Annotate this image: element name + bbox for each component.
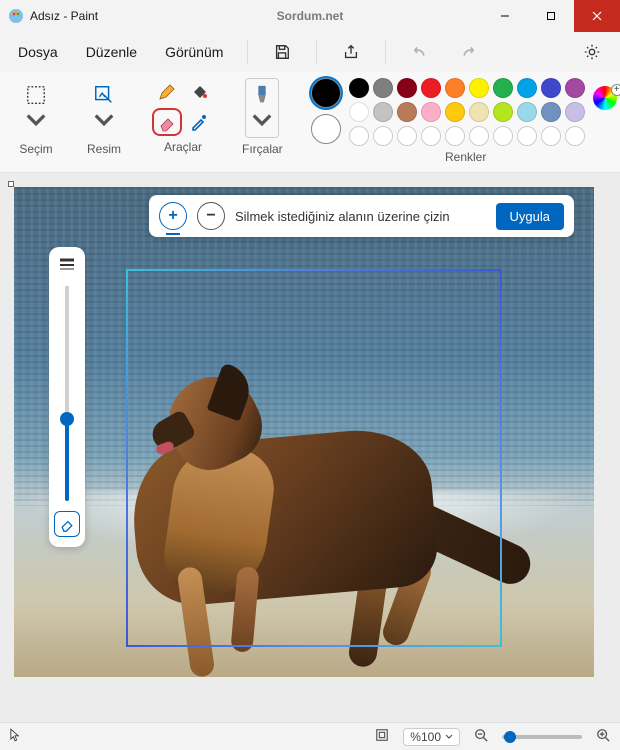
chevron-down-icon bbox=[25, 110, 47, 132]
palette-swatch[interactable] bbox=[469, 78, 489, 98]
canvas[interactable]: + − Silmek istediğiniz alanın üzerine çi… bbox=[14, 187, 594, 677]
palette-swatch-empty[interactable] bbox=[445, 126, 465, 146]
palette-swatch[interactable] bbox=[445, 78, 465, 98]
pencil-tool[interactable] bbox=[152, 78, 182, 106]
zoom-out-button[interactable] bbox=[474, 728, 488, 745]
menu-bar: Dosya Düzenle Görünüm bbox=[0, 32, 620, 72]
ribbon-group-brushes: Fırçalar bbox=[236, 78, 289, 164]
status-bar: %100 bbox=[0, 722, 620, 750]
fill-tool[interactable] bbox=[184, 78, 214, 106]
select-tool-button[interactable] bbox=[16, 78, 56, 138]
zoom-level-dropdown[interactable]: %100 bbox=[403, 728, 460, 746]
color-2[interactable] bbox=[311, 114, 341, 144]
eraser-tool[interactable] bbox=[152, 108, 182, 136]
window-title: Adsız - Paint bbox=[30, 9, 98, 23]
redo-button[interactable] bbox=[452, 36, 484, 68]
app-icon bbox=[8, 8, 24, 24]
menu-edit[interactable]: Düzenle bbox=[80, 40, 143, 64]
palette-swatch[interactable] bbox=[469, 102, 489, 122]
color-picker-tool[interactable] bbox=[184, 108, 214, 136]
fit-to-window-button[interactable] bbox=[375, 728, 389, 745]
palette-swatch[interactable] bbox=[397, 78, 417, 98]
palette-swatch[interactable] bbox=[517, 102, 537, 122]
palette-swatch-empty[interactable] bbox=[397, 126, 417, 146]
ribbon-group-tools: Araçlar bbox=[146, 78, 220, 164]
palette-swatch[interactable] bbox=[349, 102, 369, 122]
generative-erase-bar: + − Silmek istediğiniz alanın üzerine çi… bbox=[149, 195, 574, 237]
close-button[interactable] bbox=[574, 0, 620, 32]
palette-swatch[interactable] bbox=[349, 78, 369, 98]
brush-size-panel bbox=[49, 247, 85, 547]
palette-swatch-empty[interactable] bbox=[421, 126, 441, 146]
palette-swatch[interactable] bbox=[541, 78, 561, 98]
zoom-value: %100 bbox=[410, 730, 441, 744]
menu-file[interactable]: Dosya bbox=[12, 40, 64, 64]
separator bbox=[316, 40, 317, 64]
separator bbox=[247, 40, 248, 64]
remove-area-button[interactable]: − bbox=[197, 202, 225, 230]
palette-swatch[interactable] bbox=[397, 102, 417, 122]
palette-swatch[interactable] bbox=[421, 78, 441, 98]
menu-view[interactable]: Görünüm bbox=[159, 40, 229, 64]
slider-thumb[interactable] bbox=[504, 731, 516, 743]
palette-row-custom bbox=[349, 126, 585, 146]
palette-swatch-empty[interactable] bbox=[373, 126, 393, 146]
palette-swatch-empty[interactable] bbox=[517, 126, 537, 146]
palette-swatch[interactable] bbox=[373, 102, 393, 122]
settings-button[interactable] bbox=[576, 36, 608, 68]
ribbon-label-image: Resim bbox=[87, 142, 121, 156]
ribbon-group-select: Seçim bbox=[10, 78, 62, 164]
palette-row-1 bbox=[349, 78, 585, 98]
brush-tool-button[interactable] bbox=[245, 78, 279, 138]
palette-swatch-empty[interactable] bbox=[349, 126, 369, 146]
erase-hint-text: Silmek istediğiniz alanın üzerine çizin bbox=[235, 209, 486, 224]
apply-button[interactable]: Uygula bbox=[496, 203, 564, 230]
separator bbox=[385, 40, 386, 64]
share-button[interactable] bbox=[335, 36, 367, 68]
palette-swatch[interactable] bbox=[565, 78, 585, 98]
cursor-tool-icon bbox=[10, 728, 20, 745]
palette-swatch[interactable] bbox=[493, 78, 513, 98]
ribbon: Seçim Resim Araçlar Fırçalar bbox=[0, 72, 620, 173]
maximize-button[interactable] bbox=[528, 0, 574, 32]
palette-swatch[interactable] bbox=[565, 102, 585, 122]
eraser-mode-icon[interactable] bbox=[54, 511, 80, 537]
palette-swatch[interactable] bbox=[445, 102, 465, 122]
palette-swatch[interactable] bbox=[421, 102, 441, 122]
ribbon-group-colors: + Renkler bbox=[305, 78, 620, 164]
undo-button[interactable] bbox=[404, 36, 436, 68]
chevron-down-icon bbox=[251, 110, 273, 132]
palette-row-2 bbox=[349, 102, 585, 122]
title-bar: Adsız - Paint Sordum.net bbox=[0, 0, 620, 32]
palette-swatch-empty[interactable] bbox=[565, 126, 585, 146]
canvas-area: + − Silmek istediğiniz alanın üzerine çi… bbox=[0, 173, 620, 722]
image-tool-button[interactable] bbox=[84, 78, 124, 138]
brush-thick-icon bbox=[58, 257, 76, 276]
ribbon-label-colors: Renkler bbox=[445, 150, 486, 164]
palette-swatch-empty[interactable] bbox=[541, 126, 561, 146]
color-1[interactable] bbox=[311, 78, 341, 108]
zoom-in-button[interactable] bbox=[596, 728, 610, 745]
palette-swatch[interactable] bbox=[517, 78, 537, 98]
chevron-down-icon bbox=[445, 733, 453, 741]
ribbon-label-brushes: Fırçalar bbox=[242, 142, 283, 156]
save-button[interactable] bbox=[266, 36, 298, 68]
palette-swatch-empty[interactable] bbox=[493, 126, 513, 146]
palette-swatch[interactable] bbox=[373, 78, 393, 98]
add-area-button[interactable]: + bbox=[159, 202, 187, 230]
palette-swatch-empty[interactable] bbox=[469, 126, 489, 146]
edit-colors-button[interactable]: + bbox=[593, 86, 620, 114]
palette-swatch[interactable] bbox=[493, 102, 513, 122]
minimize-button[interactable] bbox=[482, 0, 528, 32]
palette-swatch[interactable] bbox=[541, 102, 561, 122]
brush-size-slider[interactable] bbox=[65, 286, 69, 501]
ribbon-label-select: Seçim bbox=[19, 142, 52, 156]
ribbon-label-tools: Araçlar bbox=[164, 140, 202, 154]
chevron-down-icon bbox=[93, 110, 115, 132]
watermark-text: Sordum.net bbox=[277, 9, 344, 23]
ribbon-group-image: Resim bbox=[78, 78, 130, 164]
zoom-slider[interactable] bbox=[502, 735, 582, 739]
plus-icon: + bbox=[611, 84, 620, 96]
slider-thumb[interactable] bbox=[60, 412, 74, 426]
